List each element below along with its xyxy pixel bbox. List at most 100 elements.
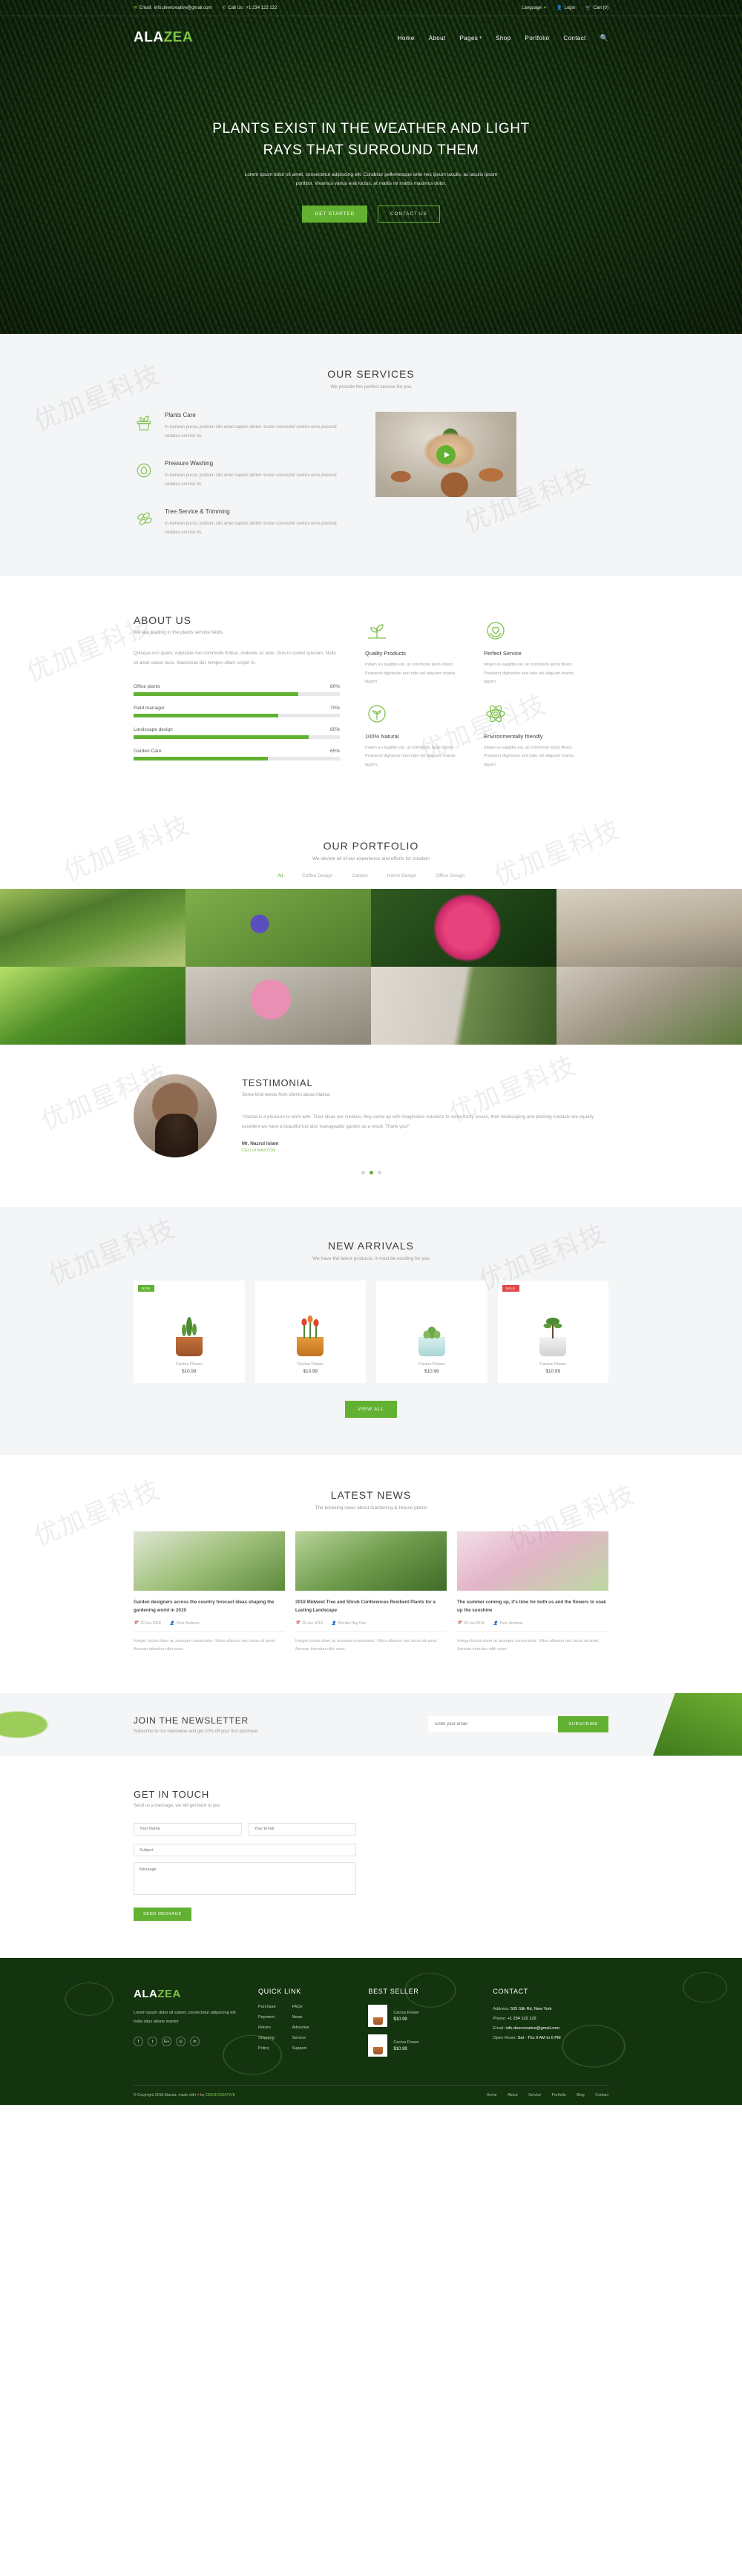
contact-us-button[interactable]: CONTACT US [377,205,440,223]
arrivals-subtitle: We have the latest products, it must be … [312,1255,430,1261]
feature-title: Quality Products [365,650,407,657]
filter-office-design[interactable]: Office Design [436,873,464,878]
topbar-phone[interactable]: ✆ Call Us: +1 234 122 122 [223,5,278,11]
footer-contact-column: CONTACT Address: 505 Silk Rd, New York P… [493,1988,608,2064]
footer-link-blog[interactable]: Blog [577,2093,584,2097]
topbar-cart[interactable]: 🛒 Cart (0) [585,5,608,11]
service-item[interactable]: Pressure Washing In Aenean purus, pretiu… [134,460,356,489]
skill-track [134,692,340,697]
instagram-icon[interactable]: ◎ [176,2037,186,2047]
name-field[interactable] [134,1822,242,1836]
bestseller-item[interactable]: Cactus Flower $10.99 [368,2005,476,2027]
quicklink-item[interactable]: Purchase [258,2005,276,2009]
product-card[interactable]: Cactus Flower $10.99 [376,1280,487,1383]
footer-link-portfolio[interactable]: Portfolio [552,2093,566,2097]
user-icon: 👤 [493,1621,498,1626]
site-logo[interactable]: ALAZEA [134,30,193,46]
get-started-button[interactable]: GET STARTED [302,205,367,223]
product-card[interactable]: Cactus Flower $10.99 [255,1280,366,1383]
send-message-button[interactable]: SEND MESSAGE [134,1908,191,1921]
about-body: Quisque orci quam, vulputate non commodo… [134,651,336,666]
news-card[interactable]: Garden designers across the country fore… [134,1531,285,1655]
services-list: Plants Care In Aenean purus, pretium sit… [134,412,356,537]
services-video-thumbnail[interactable] [375,412,516,497]
subscribe-button[interactable]: SUBSCRIBE [558,1716,608,1732]
topbar-login[interactable]: 👤 Login [556,5,575,11]
message-field[interactable] [134,1862,356,1895]
nav-item-about[interactable]: About [429,35,446,42]
topbar-email[interactable]: ✉ Email: info.deercreative@gmail.com [134,5,212,11]
footer-hours: Open Hours: Sat - Thu 9 AM to 6 PM [493,2034,608,2043]
footer-logo[interactable]: ALAZEA [134,1988,242,2000]
portfolio-item-green-fern[interactable] [0,966,186,1045]
quicklink-item[interactable]: Advertise [292,2025,309,2030]
portfolio-item-office-desk-plant[interactable] [556,888,742,967]
brand-name[interactable]: DEERCREATIVE [206,2093,235,2097]
pagination-dot[interactable] [377,1170,381,1174]
news-grid: Garden designers across the country fore… [134,1531,608,1655]
chevron-down-icon: ▾ [543,6,546,10]
skill-bars: Office plants 80% Field manager 70% Land… [134,684,340,761]
quicklink-item[interactable]: Policy [258,2046,276,2051]
email-field[interactable] [248,1822,356,1836]
portfolio-grid [0,888,742,1045]
linkedin-icon[interactable]: in [190,2037,200,2047]
pagination-dot-active[interactable] [369,1170,373,1174]
service-title: Pressure Washing [165,460,214,467]
nav-item-contact[interactable]: Contact [563,35,585,42]
service-item[interactable]: Tree Service & Trimming In Aenean purus,… [134,508,356,537]
filter-garden[interactable]: Garden [352,873,368,878]
quicklink-item[interactable]: Support [292,2046,309,2051]
footer-link-service[interactable]: Service [528,2093,541,2097]
search-icon[interactable]: 🔍 [600,34,608,42]
nav-item-home[interactable]: Home [398,35,415,42]
skill-row: Garden Care 65% [134,749,340,761]
google-plus-icon[interactable]: G+ [162,2037,171,2047]
skill-fill [134,714,278,718]
quicklink-item[interactable]: Return [258,2025,276,2030]
product-card[interactable]: SALE Cactus Flower $10.99 [497,1280,608,1383]
quicklink-item[interactable]: News [292,2015,309,2020]
quicklink-item[interactable]: FAQs [292,2005,309,2009]
topbar-language[interactable]: Language ▾ [522,5,546,11]
quicklink-list-1: Purchase Payment Return Shipping Policy [258,2005,276,2057]
newsletter-email-input[interactable] [428,1716,559,1732]
footer-link-about[interactable]: About [508,2093,518,2097]
product-card[interactable]: NEW Cactus Flower $10.99 [134,1280,245,1383]
footer-link-contact[interactable]: Contact [595,2093,608,2097]
filter-home-design[interactable]: Home Design [387,873,416,878]
filter-coffee-design[interactable]: Coffee Design [302,873,332,878]
pagination-dot[interactable] [361,1170,365,1174]
bestseller-name: Cactus Flower [393,2010,419,2015]
portfolio-item-pink-bromeliad[interactable] [371,888,556,967]
feature-card: Quality Products Intiam eu sagittis est.… [365,619,462,687]
nav-item-pages[interactable]: Pages ▾ [460,35,482,42]
play-icon[interactable] [436,444,456,464]
portfolio-item-garden-pond[interactable] [0,888,186,967]
quicklink-item[interactable]: Service [292,2036,309,2040]
portfolio-item-pink-peonies[interactable] [186,966,371,1045]
nav-item-portfolio[interactable]: Portfolio [525,35,549,42]
sprout-icon [365,619,462,644]
twitter-icon[interactable]: t [148,2037,157,2047]
quicklink-item[interactable]: Shipping [258,2036,276,2040]
news-header: LATEST NEWS The breaking news about Gard… [134,1489,608,1511]
portfolio-item-hanging-plants[interactable] [371,966,556,1045]
filter-all[interactable]: All [278,873,283,878]
topbar-email-label: Email: [139,5,152,10]
view-all-button[interactable]: VIEW ALL [344,1400,398,1418]
quicklink-item[interactable]: Payment [258,2015,276,2020]
news-card[interactable]: 2018 Midwest Tree and Shrub Conferences … [295,1531,447,1655]
nav-label: Shop [496,34,511,42]
footer-link-home[interactable]: Home [487,2093,497,2097]
portfolio-item-indoor-plant[interactable] [556,966,742,1045]
portfolio-item-blue-muscari[interactable] [186,888,371,967]
feature-title: Perfect Service [484,650,522,657]
facebook-icon[interactable]: f [134,2037,143,2047]
subject-field[interactable] [134,1844,356,1856]
nav-item-shop[interactable]: Shop [496,35,510,42]
bestseller-item[interactable]: Cactus Flower $10.99 [368,2034,476,2057]
avatar [134,1074,217,1157]
news-card[interactable]: The summer coming up, it's time for both… [457,1531,608,1655]
service-item[interactable]: Plants Care In Aenean purus, pretium sit… [134,412,356,441]
